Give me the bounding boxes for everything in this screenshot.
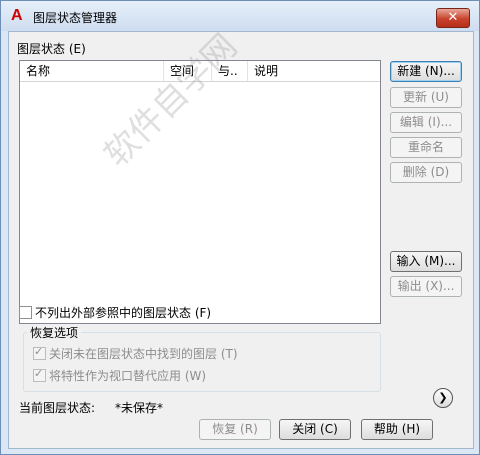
checkmark-icon: ✓ — [34, 345, 44, 358]
list-header: 名称 空间 与.. 说明 — [20, 61, 380, 82]
restore-button[interactable]: 恢复 (R) — [199, 419, 271, 440]
update-button[interactable]: 更新 (U) — [390, 87, 462, 108]
current-state-value: *未保存* — [115, 401, 164, 415]
column-header-name[interactable]: 名称 — [20, 61, 164, 81]
help-button[interactable]: 帮助 (H) — [361, 419, 433, 440]
restore-options-title: 恢复选项 — [27, 324, 82, 341]
column-header-space[interactable]: 空间 — [164, 61, 212, 81]
new-button[interactable]: 新建 (N)... — [390, 61, 462, 82]
no-xref-label: 不列出外部参照中的图层状态 (F) — [35, 306, 212, 320]
no-xref-checkbox[interactable] — [19, 306, 32, 319]
column-header-description[interactable]: 说明 — [248, 61, 378, 81]
edit-button[interactable]: 编辑 (I)... — [390, 112, 462, 133]
delete-button[interactable]: 删除 (D) — [390, 162, 462, 183]
import-button[interactable]: 输入 (M)... — [390, 251, 462, 272]
autocad-logo-icon: A — [11, 7, 23, 24]
viewport-override-checkbox[interactable]: ✓ — [33, 367, 46, 382]
window-title: 图层状态管理器 — [33, 11, 118, 25]
dialog-body: 图层状态 (E) 名称 空间 与.. 说明 新建 (N)... 更新 (U) 编… — [8, 31, 474, 449]
close-button[interactable]: 关闭 (C) — [279, 419, 351, 440]
column-header-same-as-db[interactable]: 与.. — [212, 61, 248, 81]
layer-states-list[interactable]: 名称 空间 与.. 说明 — [19, 60, 381, 324]
close-window-button[interactable]: ✕ — [436, 8, 470, 28]
export-button[interactable]: 输出 (X)... — [390, 276, 462, 297]
rename-button[interactable]: 重命名 — [390, 137, 462, 158]
expand-arrow-button[interactable]: ❯ — [433, 388, 453, 408]
turn-off-layers-label: 关闭未在图层状态中找到的图层 (T) — [49, 347, 238, 361]
current-state-label: 当前图层状态: — [19, 401, 96, 415]
layer-states-label: 图层状态 (E) — [17, 42, 86, 56]
viewport-override-label: 将特性作为视口替代应用 (W) — [49, 369, 207, 383]
turn-off-layers-checkbox[interactable]: ✓ — [33, 345, 46, 360]
dialog-window: A 图层状态管理器 ✕ 图层状态 (E) 名称 空间 与.. 说明 新建 (N)… — [0, 0, 480, 455]
checkmark-icon: ✓ — [34, 367, 44, 380]
title-bar[interactable]: A 图层状态管理器 ✕ — [1, 1, 479, 31]
